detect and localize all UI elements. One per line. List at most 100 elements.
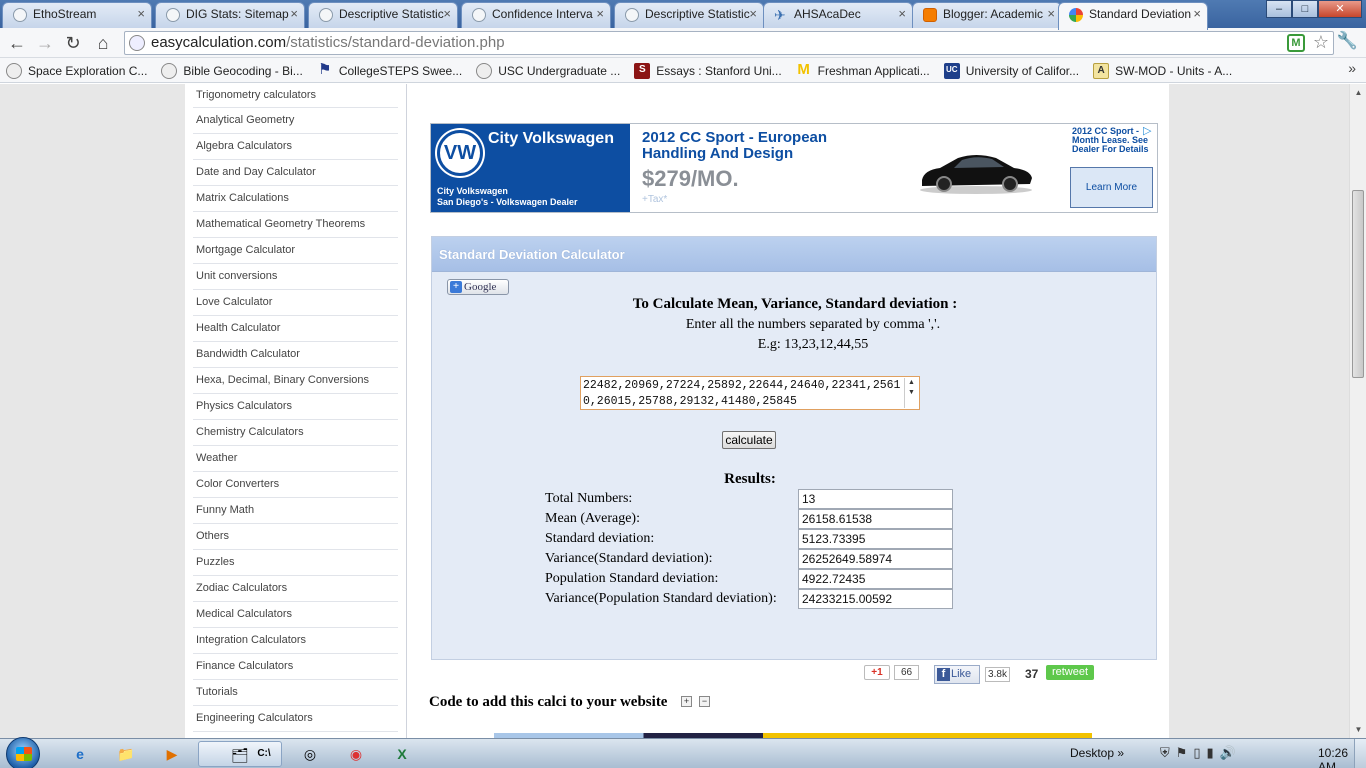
sidebar-link[interactable]: Bandwidth Calculator	[193, 342, 398, 368]
bookmark-item[interactable]: ⚑ CollegeSTEPS Swee...	[317, 58, 462, 83]
sidebar-link[interactable]: Finance Calculators	[193, 654, 398, 680]
sidebar-link[interactable]: Puzzles	[193, 550, 398, 576]
sidebar-link[interactable]: Chemistry Calculators	[193, 420, 398, 446]
sidebar-link[interactable]: Date and Day Calculator	[193, 160, 398, 186]
command-prompt-icon[interactable]: C:\	[244, 741, 284, 767]
sidebar-link[interactable]: Weather	[193, 446, 398, 472]
bookmark-item[interactable]: USC Undergraduate ...	[476, 58, 620, 83]
maximize-button[interactable]: □	[1292, 0, 1318, 18]
google-plus-one-button[interactable]: +1	[864, 665, 890, 680]
bookmark-star-icon[interactable]: ☆	[1313, 32, 1329, 53]
media-player-icon[interactable]: ▶	[152, 741, 192, 767]
sidebar-link[interactable]: Physics Calculators	[193, 394, 398, 420]
close-window-button[interactable]: ✕	[1318, 0, 1362, 18]
ad-brand-panel[interactable]: VW City Volkswagen City Volkswagen San D…	[431, 124, 630, 212]
sidebar-link[interactable]: Algebra Calculators	[193, 134, 398, 160]
show-desktop-button[interactable]	[1354, 739, 1366, 768]
sidebar-link[interactable]: Integration Calculators	[193, 628, 398, 654]
sidebar-link[interactable]: Mathematical Geometry Theorems	[193, 212, 398, 238]
wrench-menu-icon[interactable]: 🔧	[1337, 31, 1358, 51]
close-tab-icon[interactable]: ×	[443, 3, 451, 25]
scroll-down-icon[interactable]: ▼	[1350, 721, 1366, 738]
page-scrollbar[interactable]: ▲ ▼	[1349, 84, 1366, 738]
browser-tab[interactable]: ✈ AHSAcaDec ×	[763, 2, 913, 28]
sidebar-link[interactable]: Love Calculator	[193, 290, 398, 316]
bookmark-item[interactable]: UC University of Califor...	[943, 58, 1079, 83]
reload-icon[interactable]: ↻	[62, 31, 84, 55]
forward-icon[interactable]: →	[34, 31, 56, 55]
close-tab-icon[interactable]: ×	[1047, 3, 1055, 25]
result-value-field[interactable]: 4922.72435	[798, 569, 953, 589]
browser-tab[interactable]: Descriptive Statistic ×	[614, 2, 764, 28]
close-tab-icon[interactable]: ×	[1193, 3, 1201, 25]
close-tab-icon[interactable]: ×	[898, 3, 906, 25]
close-tab-icon[interactable]: ×	[596, 3, 604, 25]
adchoices-icon[interactable]: ▷	[1143, 125, 1155, 137]
sidebar-link[interactable]: Zodiac Calculators	[193, 576, 398, 602]
sidebar-link[interactable]: Mortgage Calculator	[193, 238, 398, 264]
globe-favicon-icon	[625, 8, 639, 22]
sidebar-link[interactable]: Health Calculator	[193, 316, 398, 342]
add-to-google-button[interactable]: + Google	[447, 279, 509, 295]
code-section-title: Code to add this calci to your website	[429, 694, 668, 710]
address-bar[interactable]: easycalculation.com/statistics/standard-…	[124, 31, 1334, 55]
explorer-folder-icon[interactable]: 📁	[106, 741, 146, 767]
numbers-input-scrollbar[interactable]: ▲ ▼	[904, 378, 918, 408]
start-button[interactable]	[6, 737, 40, 768]
result-value-field[interactable]: 5123.73395	[798, 529, 953, 549]
scroll-up-icon[interactable]: ▲	[1350, 84, 1366, 101]
browser-tab[interactable]: Confidence Interva ×	[461, 2, 611, 28]
bookmark-item[interactable]: S Essays : Stanford Uni...	[634, 58, 782, 83]
sidebar-link[interactable]: Unit conversions	[193, 264, 398, 290]
expand-code-button[interactable]: +	[681, 696, 692, 707]
sidebar-link[interactable]: Medical Calculators	[193, 602, 398, 628]
numbers-input[interactable]: 22482,20969,27224,25892,22644,24640,2234…	[580, 376, 920, 410]
sidebar-link[interactable]: Hexa, Decimal, Binary Conversions	[193, 368, 398, 394]
car-image	[920, 155, 1032, 194]
sidebar-link[interactable]: Engineering Calculators	[193, 706, 398, 732]
bookmark-item[interactable]: Space Exploration C...	[6, 58, 147, 83]
browser-tab[interactable]: DIG Stats: Sitemap ×	[155, 2, 305, 28]
chrome-icon[interactable]: ◉	[336, 741, 376, 767]
vw-ad-banner[interactable]: VW City Volkswagen City Volkswagen San D…	[430, 123, 1158, 213]
close-tab-icon[interactable]: ×	[749, 3, 757, 25]
browser-tab[interactable]: EthoStream ×	[2, 2, 152, 28]
sidebar-link[interactable]: Trigonometry calculators	[193, 84, 398, 108]
sidebar-link[interactable]: Color Converters	[193, 472, 398, 498]
result-value-field[interactable]: 13	[798, 489, 953, 509]
minimize-button[interactable]: –	[1266, 0, 1292, 18]
sidebar-link[interactable]: Others	[193, 524, 398, 550]
bookmark-item[interactable]: M Freshman Applicati...	[796, 58, 929, 83]
internet-explorer-icon[interactable]: e	[60, 741, 100, 767]
network-app-icon[interactable]: ◎	[290, 741, 330, 767]
facebook-like-button[interactable]: f Like	[934, 665, 980, 684]
result-value-field[interactable]: 26252649.58974	[798, 549, 953, 569]
browser-tab[interactable]: Blogger: Academic ×	[912, 2, 1062, 28]
browser-tab[interactable]: Standard Deviation ×	[1058, 2, 1208, 30]
scrollbar-thumb[interactable]	[1352, 190, 1364, 378]
desktop-toolbar[interactable]: Desktop »	[1070, 746, 1124, 760]
ad-brand-name: City Volkswagen	[488, 130, 614, 147]
collapse-code-button[interactable]: −	[699, 696, 710, 707]
bookmark-item[interactable]: A SW-MOD - Units - A...	[1093, 58, 1232, 83]
back-icon[interactable]: ←	[6, 31, 28, 55]
result-value-field[interactable]: 24233215.00592	[798, 589, 953, 609]
system-tray-icons[interactable]: ⛨⚑▯▮🔊	[1160, 745, 1242, 761]
facebook-like-label: Like	[951, 668, 972, 680]
close-tab-icon[interactable]: ×	[290, 3, 298, 25]
bookmark-item[interactable]: Bible Geocoding - Bi...	[161, 58, 303, 83]
extension-icon[interactable]: M	[1287, 34, 1305, 52]
close-tab-icon[interactable]: ×	[137, 3, 145, 25]
calculate-button[interactable]: calculate	[722, 431, 776, 449]
browser-tab[interactable]: Descriptive Statistic ×	[308, 2, 458, 28]
bookmarks-overflow-icon[interactable]: »	[1348, 60, 1356, 76]
home-icon[interactable]: ⌂	[92, 31, 114, 55]
sidebar-link[interactable]: Funny Math	[193, 498, 398, 524]
sidebar-link[interactable]: Tutorials	[193, 680, 398, 706]
sidebar-link[interactable]: Analytical Geometry	[193, 108, 398, 134]
learn-more-button[interactable]: Learn More	[1070, 167, 1153, 208]
sidebar-link[interactable]: Matrix Calculations	[193, 186, 398, 212]
result-value-field[interactable]: 26158.61538	[798, 509, 953, 529]
excel-icon[interactable]: X	[382, 741, 422, 767]
retweet-button[interactable]: retweet	[1046, 665, 1094, 680]
